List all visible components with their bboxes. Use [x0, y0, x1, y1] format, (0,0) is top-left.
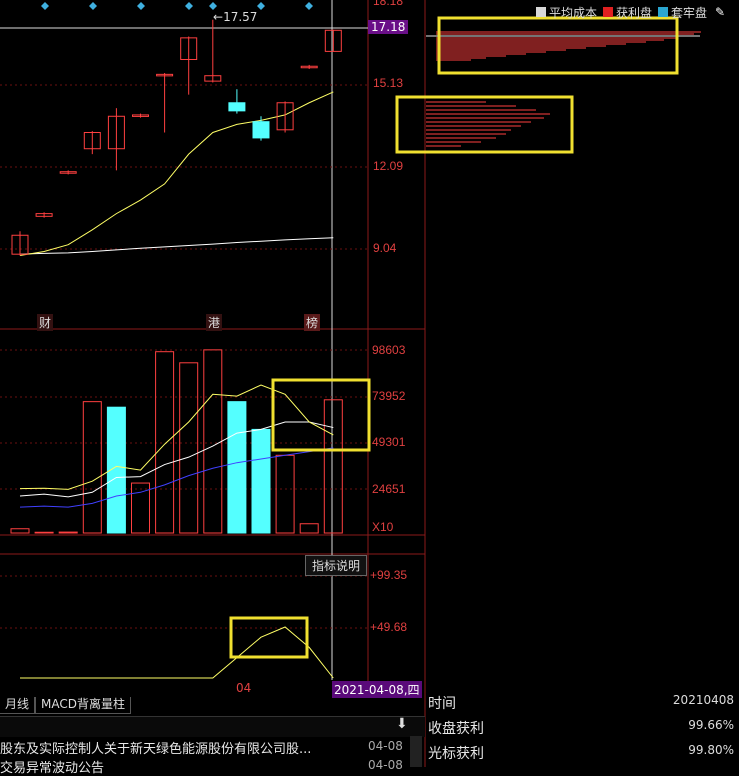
volume-ma-long-line — [19, 447, 334, 508]
volume-bar — [10, 528, 30, 534]
chart-canvas[interactable] — [0, 0, 739, 767]
volume-axis-label: 49301 — [372, 435, 406, 449]
tab-macd-divergence[interactable]: MACD背离量柱 — [35, 697, 131, 714]
volume-ma-short-line — [19, 384, 334, 490]
news-item[interactable]: 股东及实际控制人关于新天绿色能源股份有限公司股... — [0, 738, 410, 757]
current-price-tag: 17.18 — [368, 20, 409, 34]
legend-swatch-profit — [603, 7, 614, 17]
info-row-time: 时间 20210408 — [425, 693, 739, 717]
highlight-box — [395, 95, 574, 154]
indicator-axis-label: +99.35 — [370, 568, 408, 582]
event-tag-finance[interactable]: 财 — [37, 314, 54, 331]
signal-diamond-icon — [185, 2, 193, 10]
info-key: 收盘获利 — [428, 721, 484, 737]
volume-axis-label: 98603 — [372, 343, 406, 357]
legend-label-profit: 获利盘 — [616, 5, 653, 20]
news-date: 04-08 — [368, 739, 403, 753]
price-candle-body — [228, 102, 246, 112]
volume-axis-label: 73952 — [372, 389, 406, 403]
signal-diamond-icon — [89, 2, 97, 10]
event-tag-ranking[interactable]: 榜 — [304, 314, 321, 331]
price-axis-label: 12.09 — [373, 159, 404, 173]
news-title: 股东及实际控制人关于新天绿色能源股份有限公司股... — [0, 742, 312, 757]
info-row-close-profit: 收盘获利 99.66% — [425, 718, 739, 742]
price-ma-short-line — [19, 91, 334, 257]
info-key: 时间 — [428, 696, 456, 712]
info-value: 99.66% — [688, 718, 734, 732]
price-axis-label: 18.18 — [373, 0, 404, 8]
volume-bar — [34, 531, 54, 534]
news-header-bar — [0, 716, 425, 737]
info-key: 光标获利 — [428, 746, 484, 762]
news-title: 交易异常波动公告 — [0, 761, 105, 776]
highlight-box — [229, 616, 309, 659]
volume-bar — [58, 531, 78, 534]
peak-price-label: ←17.57 — [213, 10, 258, 24]
info-row-cursor-profit: 光标获利 99.80% — [425, 743, 739, 767]
peak-price-value: 17.57 — [223, 10, 258, 24]
signal-diamond-icon — [137, 2, 145, 10]
volume-bar — [203, 349, 223, 534]
signal-diamond-icon — [209, 2, 217, 10]
price-axis-label: 9.04 — [373, 241, 397, 255]
info-value: 99.80% — [688, 743, 734, 757]
legend-swatch-avg-cost — [536, 7, 546, 17]
legend-label-trapped: 套牢盘 — [671, 5, 708, 20]
tab-monthly[interactable]: 月线 — [0, 697, 36, 714]
legend-label-avg-cost: 平均成本 — [549, 5, 598, 20]
legend-swatch-trapped — [658, 7, 669, 17]
volume-bar — [82, 401, 102, 534]
indicator-x-label: 04 — [236, 681, 252, 695]
signal-diamond-icon — [257, 2, 265, 10]
volume-scale-label: X10 — [372, 520, 394, 534]
price-candle-body — [252, 121, 270, 139]
settings-icon[interactable]: ✎ — [715, 5, 725, 19]
indicator-tab-strip: 月线 MACD背离量柱 — [0, 697, 425, 714]
indicator-description-button[interactable]: 指标说明 — [305, 555, 368, 576]
indicator-line — [20, 626, 334, 679]
cursor-date-tag: 2021-04-08,四 — [332, 681, 422, 698]
volume-bar — [323, 399, 343, 534]
volume-bar — [251, 428, 271, 534]
news-date: 04-08 — [368, 758, 403, 772]
volume-bar — [155, 351, 175, 534]
info-value: 20210408 — [672, 693, 734, 707]
signal-diamond-icon — [305, 2, 313, 10]
volume-bar — [179, 362, 199, 534]
highlight-box — [271, 378, 371, 452]
event-tag-hk[interactable]: 港 — [206, 314, 223, 331]
volume-bar — [275, 454, 295, 534]
chip-legend: 平均成本 获利盘 套牢盘 ✎ — [530, 4, 725, 20]
volume-bar — [227, 401, 247, 534]
price-ma-long-line — [19, 237, 334, 255]
price-axis-label: 15.13 — [373, 76, 404, 90]
signal-diamond-icon — [41, 2, 49, 10]
volume-bar — [299, 523, 319, 534]
volume-axis-label: 24651 — [372, 482, 406, 496]
download-icon[interactable]: ⬇ — [396, 716, 408, 732]
indicator-axis-label: +49.68 — [370, 620, 408, 634]
news-scrollbar[interactable] — [410, 736, 422, 767]
